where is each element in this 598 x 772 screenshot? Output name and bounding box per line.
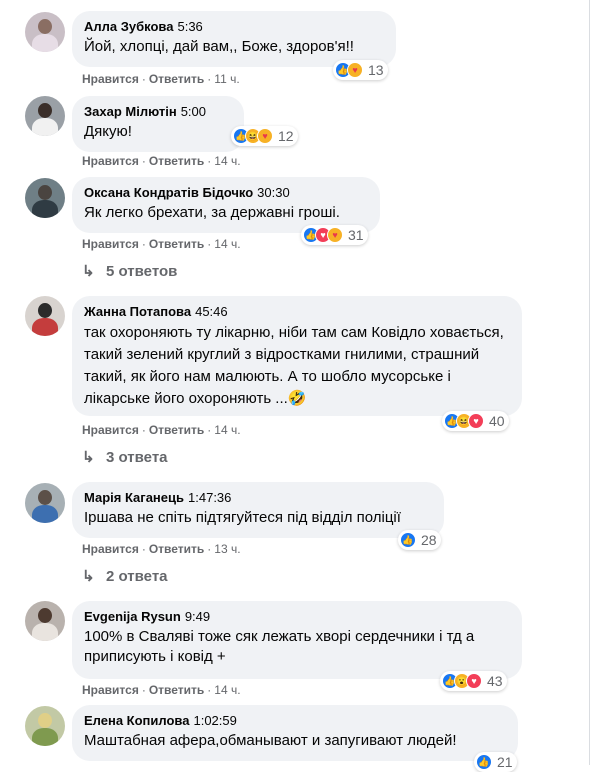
like-button[interactable]: Нравится (82, 154, 139, 168)
care-icon: ♥ (327, 227, 343, 243)
love-icon: ♥ (466, 673, 482, 689)
comment-bubble: Алла Зубкова 5:36 Йой, хлопці, дай вам,, … (72, 11, 396, 67)
comment-age[interactable]: 11 ч. (214, 72, 239, 86)
reply-button[interactable]: Ответить (149, 154, 204, 168)
comment-actions: Нравится · Ответить · 13 ч. (82, 542, 241, 556)
reaction-summary[interactable]: 👍 😆 ♥ 12 (231, 126, 298, 146)
reaction-summary[interactable]: 👍 ♥ 13 (333, 60, 388, 80)
like-button[interactable]: Нравится (82, 423, 139, 437)
comment-bubble: Елена Копилова 1:02:59 Маштабная афера,об… (72, 705, 518, 761)
view-replies-button[interactable]: ↳ 3 ответа (82, 448, 168, 468)
comment-actions: Нравится · Ответить · 14 ч. (82, 154, 241, 168)
comment-actions: Нравится · Ответить · 11 ч. (82, 72, 240, 86)
avatar[interactable] (25, 706, 65, 746)
comment-timestamp[interactable]: 1:47:36 (188, 490, 231, 505)
care-icon: ♥ (347, 62, 363, 78)
comment-author[interactable]: Алла Зубкова (84, 19, 173, 34)
comment-text: Іршава не спіть підтягуйтеся під відділ … (84, 509, 401, 526)
reaction-count: 40 (489, 413, 505, 429)
comment-text: Йой, хлопці, дай вам,, Боже, здоров'я!! (84, 38, 354, 55)
reaction-count: 43 (487, 673, 503, 689)
avatar[interactable] (25, 296, 65, 336)
avatar[interactable] (25, 178, 65, 218)
comment-timestamp[interactable]: 1:02:59 (193, 713, 236, 728)
reply-button[interactable]: Ответить (149, 683, 204, 697)
comment-bubble: Жанна Потапова 45:46 так охороняють ту лі… (72, 296, 522, 416)
view-replies-button[interactable]: ↳ 2 ответа (82, 567, 168, 587)
care-icon: ♥ (257, 128, 273, 144)
avatar[interactable] (25, 483, 65, 523)
avatar[interactable] (25, 12, 65, 52)
comment-bubble: Захар Мілютін 5:00 Дякую! (72, 96, 244, 152)
reaction-count: 31 (348, 227, 364, 243)
comment-text: Як легко брехати, за державні гроші. (84, 204, 340, 221)
love-icon: ♥ (468, 413, 484, 429)
comment-age[interactable]: 14 ч. (214, 683, 240, 697)
like-button[interactable]: Нравится (82, 683, 139, 697)
reaction-count: 12 (278, 128, 294, 144)
comment-author[interactable]: Марія Каганець (84, 490, 184, 505)
like-button[interactable]: Нравится (82, 237, 139, 251)
reaction-count: 21 (497, 754, 513, 770)
like-icon: 👍 (476, 754, 492, 770)
comment-timestamp[interactable]: 45:46 (195, 304, 228, 319)
reply-button[interactable]: Ответить (149, 237, 204, 251)
comment-timestamp[interactable]: 5:00 (181, 104, 206, 119)
avatar[interactable] (25, 601, 65, 641)
reply-arrow-icon: ↳ (82, 568, 95, 585)
comment-author[interactable]: Жанна Потапова (84, 304, 191, 319)
reply-arrow-icon: ↳ (82, 449, 95, 466)
comment-text: так охороняють ту лікарню, ніби там сам … (84, 324, 504, 407)
reaction-summary[interactable]: 👍 ♥ ♥ 31 (301, 225, 368, 245)
avatar[interactable] (25, 96, 65, 136)
comment-age[interactable]: 14 ч. (214, 423, 240, 437)
comment-timestamp[interactable]: 5:36 (177, 19, 202, 34)
comment-timestamp[interactable]: 9:49 (185, 609, 210, 624)
comment-bubble: Марія Каганець 1:47:36 Іршава не спіть пі… (72, 482, 444, 538)
comment-age[interactable]: 13 ч. (214, 542, 240, 556)
reaction-summary[interactable]: 👍 28 (398, 530, 441, 550)
reaction-count: 28 (421, 532, 437, 548)
comment-timestamp[interactable]: 30:30 (257, 185, 290, 200)
comment-actions: Нравится · Ответить · 14 ч. (82, 237, 241, 251)
reply-button[interactable]: Ответить (149, 72, 204, 86)
comment-text: Маштабная афера,обманывают и запугивают … (84, 732, 457, 749)
like-icon: 👍 (400, 532, 416, 548)
like-button[interactable]: Нравится (82, 542, 139, 556)
reply-button[interactable]: Ответить (149, 542, 204, 556)
feed-border (589, 0, 590, 765)
comment-text: Дякую! (84, 123, 132, 140)
comment-actions: Нравится · Ответить · 14 ч. (82, 683, 241, 697)
comment-age[interactable]: 14 ч. (214, 237, 240, 251)
reply-arrow-icon: ↳ (82, 263, 95, 280)
comment-author[interactable]: Оксана Кондратів Бідочко (84, 185, 253, 200)
comment-author[interactable]: Evgenija Rysun (84, 609, 181, 624)
comment-actions: Нравится · Ответить · 14 ч. (82, 423, 241, 437)
comment-author[interactable]: Захар Мілютін (84, 104, 177, 119)
reaction-summary[interactable]: 👍 21 (474, 752, 517, 772)
reaction-summary[interactable]: 👍 😆 ♥ 40 (442, 411, 509, 431)
reply-button[interactable]: Ответить (149, 423, 204, 437)
comment-author[interactable]: Елена Копилова (84, 713, 189, 728)
view-replies-button[interactable]: ↳ 5 ответов (82, 262, 177, 282)
comment-text: 100% в Свалявi тоже сяк лежать хворi сер… (84, 628, 475, 665)
reaction-summary[interactable]: 👍 😮 ♥ 43 (440, 671, 507, 691)
reaction-count: 13 (368, 62, 384, 78)
comment-bubble: Evgenija Rysun 9:49 100% в Свалявi тоже с… (72, 601, 522, 679)
like-button[interactable]: Нравится (82, 72, 139, 86)
comment-age[interactable]: 14 ч. (214, 154, 240, 168)
